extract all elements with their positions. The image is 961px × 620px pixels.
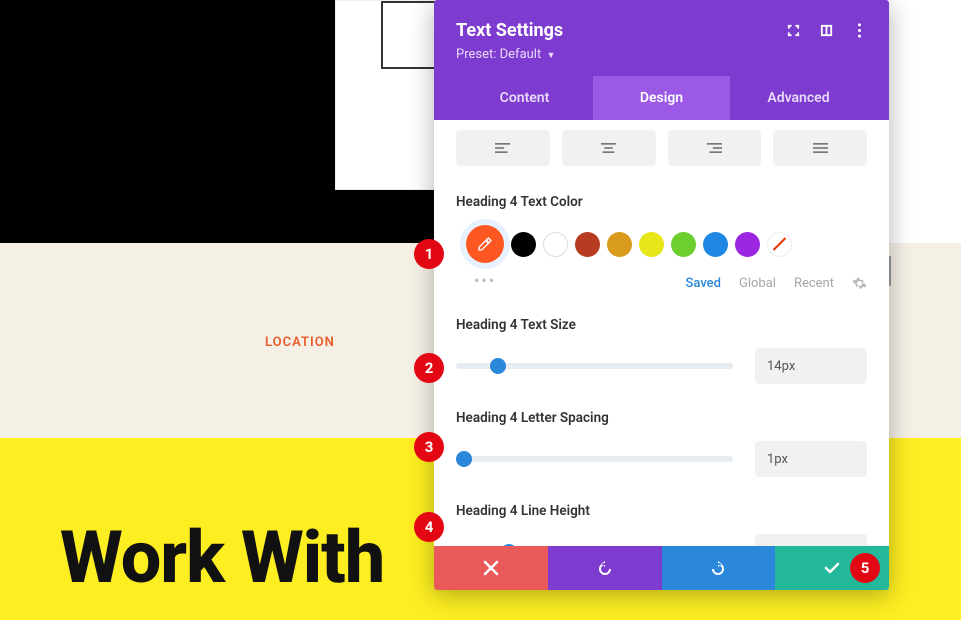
step-marker-4: 4 bbox=[414, 512, 444, 542]
gear-icon[interactable] bbox=[852, 276, 867, 291]
swatch-white[interactable] bbox=[543, 232, 568, 257]
letter-spacing-label: Heading 4 Letter Spacing bbox=[456, 410, 867, 426]
more-swatches-icon[interactable]: ••• bbox=[474, 271, 496, 290]
color-palette-tabs: Saved Global Recent bbox=[456, 276, 867, 291]
swatch-purple[interactable] bbox=[735, 232, 760, 257]
color-picker-button[interactable] bbox=[466, 225, 504, 263]
palette-tab-recent[interactable]: Recent bbox=[794, 276, 834, 291]
heading-color-label: Heading 4 Text Color bbox=[456, 194, 867, 210]
redo-icon bbox=[710, 560, 726, 576]
expand-icon[interactable] bbox=[786, 23, 801, 38]
swatch-none[interactable] bbox=[767, 232, 792, 257]
letter-spacing-input[interactable]: 1px bbox=[755, 441, 867, 477]
palette-tab-saved[interactable]: Saved bbox=[686, 276, 721, 291]
tab-design[interactable]: Design bbox=[593, 76, 730, 120]
swatch-maroon[interactable] bbox=[575, 232, 600, 257]
align-justify-button[interactable] bbox=[773, 130, 867, 166]
redo-button[interactable] bbox=[662, 546, 776, 590]
swatch-green[interactable] bbox=[671, 232, 696, 257]
text-size-input[interactable]: 14px bbox=[755, 348, 867, 384]
cancel-button[interactable] bbox=[434, 546, 548, 590]
line-height-label: Heading 4 Line Height bbox=[456, 503, 867, 519]
text-align-row bbox=[456, 130, 867, 166]
swatch-black[interactable] bbox=[511, 232, 536, 257]
chevron-down-icon: ▼ bbox=[546, 51, 555, 61]
swatch-blue[interactable] bbox=[703, 232, 728, 257]
step-marker-5: 5 bbox=[850, 553, 880, 583]
step-marker-3: 3 bbox=[414, 432, 444, 462]
align-center-button[interactable] bbox=[562, 130, 656, 166]
undo-icon bbox=[597, 560, 613, 576]
panel-body: Heading 4 Text Color ••• Saved Global Re… bbox=[434, 120, 889, 546]
line-height-input[interactable]: 1.4em bbox=[755, 534, 867, 546]
kebab-menu-icon[interactable] bbox=[852, 23, 867, 38]
check-icon bbox=[824, 560, 840, 576]
close-icon bbox=[483, 560, 499, 576]
palette-tab-global[interactable]: Global bbox=[739, 276, 776, 291]
heading-size-label: Heading 4 Text Size bbox=[456, 317, 867, 333]
panel-action-bar bbox=[434, 546, 889, 590]
text-size-thumb[interactable] bbox=[490, 358, 506, 374]
step-marker-1: 1 bbox=[414, 239, 444, 269]
letter-spacing-slider[interactable] bbox=[456, 456, 733, 462]
panel-title: Text Settings bbox=[456, 20, 563, 41]
align-right-button[interactable] bbox=[668, 130, 762, 166]
preset-label: Preset: bbox=[456, 47, 496, 62]
line-height-thumb[interactable] bbox=[501, 544, 517, 546]
swatch-amber[interactable] bbox=[607, 232, 632, 257]
undo-button[interactable] bbox=[548, 546, 662, 590]
letter-spacing-thumb[interactable] bbox=[456, 451, 472, 467]
swatch-yellow[interactable] bbox=[639, 232, 664, 257]
panel-header: Text Settings Preset: Default ▼ Content … bbox=[434, 0, 889, 120]
color-swatch-row bbox=[456, 225, 867, 263]
tab-advanced[interactable]: Advanced bbox=[730, 76, 867, 120]
location-heading: LOCATION bbox=[265, 335, 335, 350]
preset-selector[interactable]: Preset: Default ▼ bbox=[456, 47, 867, 62]
step-marker-2: 2 bbox=[414, 353, 444, 383]
layout-icon[interactable] bbox=[819, 23, 834, 38]
align-left-button[interactable] bbox=[456, 130, 550, 166]
text-settings-panel: Text Settings Preset: Default ▼ Content … bbox=[434, 0, 889, 590]
eyedropper-icon bbox=[477, 236, 493, 252]
page-headline: Work With bbox=[60, 515, 384, 600]
tab-content[interactable]: Content bbox=[456, 76, 593, 120]
preset-value: Default bbox=[500, 47, 542, 62]
text-size-slider[interactable] bbox=[456, 363, 733, 369]
